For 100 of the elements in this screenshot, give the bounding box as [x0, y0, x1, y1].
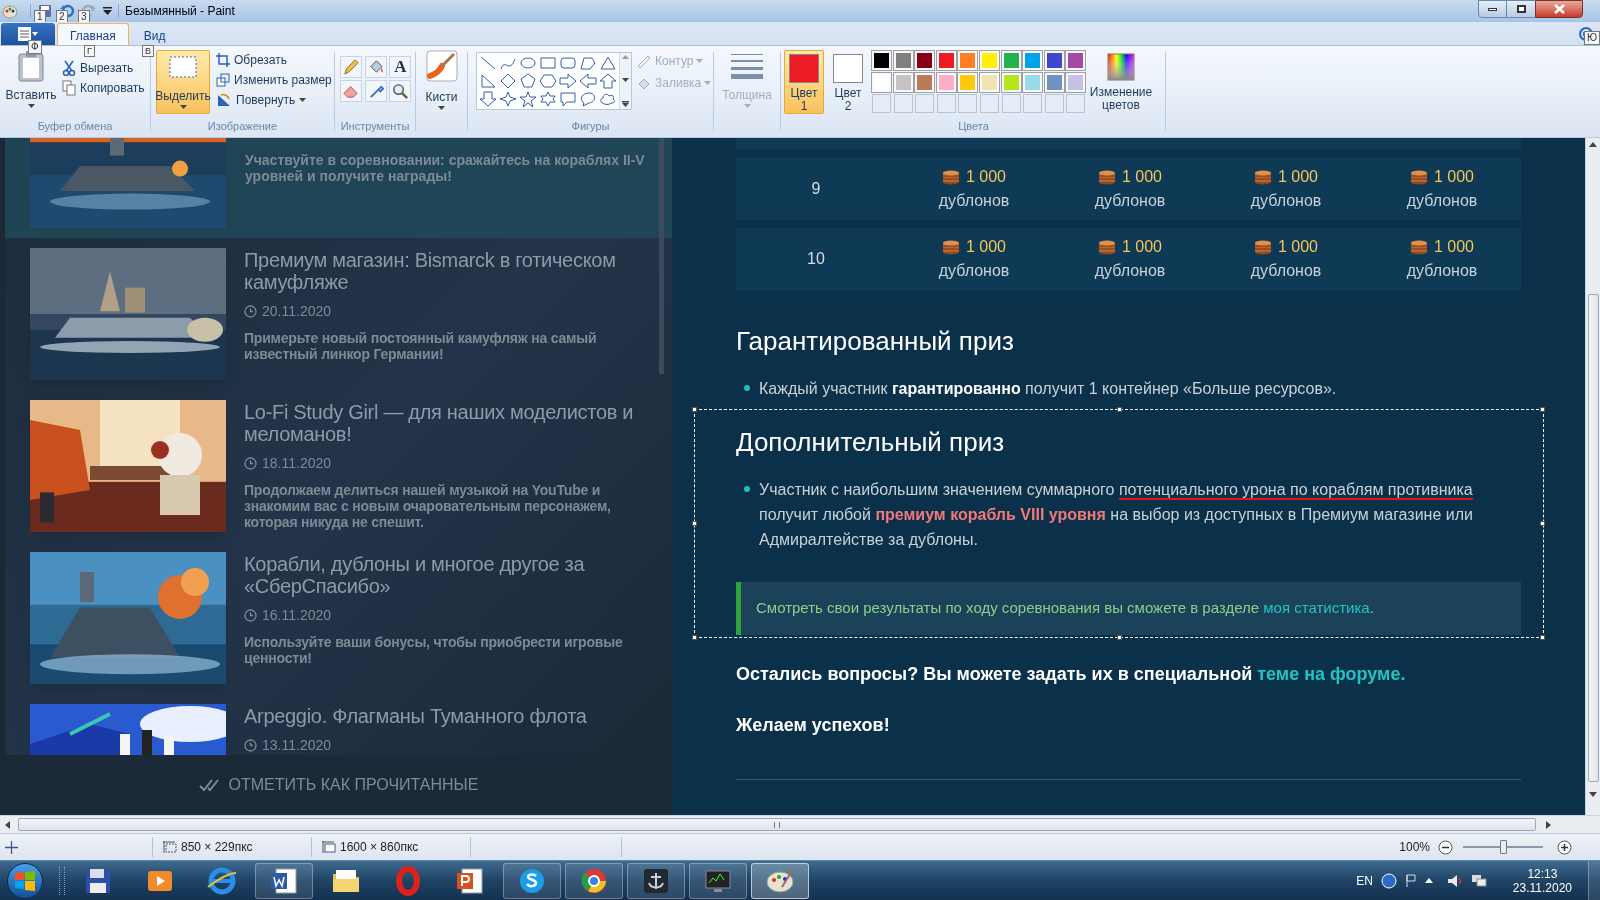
color-2-button[interactable]: Цвет 2 [828, 50, 868, 114]
oval-shape-icon[interactable] [519, 55, 537, 71]
cut-button[interactable]: Вырезать [60, 58, 147, 78]
palette-color-swatch[interactable] [958, 72, 978, 92]
scroll-up-icon[interactable] [622, 55, 629, 59]
brushes-button[interactable]: Кисти [425, 50, 458, 110]
close-button[interactable] [1535, 0, 1583, 18]
palette-color-swatch[interactable] [1044, 51, 1064, 70]
palette-color-swatch[interactable] [1044, 72, 1064, 92]
flag-icon[interactable] [1404, 873, 1417, 888]
palette-color-swatch[interactable] [980, 72, 999, 92]
maximize-button[interactable] [1507, 0, 1535, 18]
redo-icon[interactable] [81, 3, 97, 19]
scrollbar-thumb[interactable] [18, 818, 1536, 831]
language-indicator[interactable]: EN [1356, 871, 1373, 890]
show-hidden-icons-icon[interactable] [1424, 878, 1433, 883]
scroll-up-arrow-icon[interactable] [1589, 142, 1597, 147]
paint-app-icon[interactable] [2, 3, 18, 19]
magnifier-icon[interactable] [391, 82, 410, 100]
up-arrow-shape-icon[interactable] [599, 73, 617, 89]
anchor-shield-taskbar-button[interactable] [627, 862, 685, 899]
text-tool-button[interactable]: A [389, 56, 412, 78]
palette-color-swatch[interactable] [1023, 51, 1043, 70]
minimize-button[interactable] [1478, 0, 1507, 18]
oval-callout-shape-icon[interactable] [579, 91, 597, 107]
ribbon-tab[interactable]: Вид [130, 23, 179, 45]
crop-button[interactable]: Обрезать [214, 50, 334, 70]
palette-color-swatch[interactable] [1066, 51, 1086, 70]
gallery-expand-icon[interactable] [622, 101, 629, 107]
palette-color-swatch[interactable] [893, 51, 913, 70]
scroll-down-icon[interactable] [622, 78, 629, 82]
zoom-in-icon[interactable] [1557, 839, 1572, 855]
clock-date[interactable]: 23.11.2020 [1512, 880, 1572, 895]
palette-color-swatch[interactable] [980, 51, 999, 70]
scrollbar-thumb[interactable] [1587, 294, 1599, 782]
cloud-callout-shape-icon[interactable] [599, 91, 617, 107]
pencil-icon[interactable] [342, 58, 360, 76]
news-title[interactable]: Премиум магазин: Bismarck в готическом камуфляже [244, 249, 656, 293]
five-point-star-shape-icon[interactable] [519, 91, 537, 107]
resize-button[interactable]: Изменить размер [214, 70, 334, 90]
undo-icon[interactable] [59, 3, 75, 19]
monitor-taskbar-button[interactable] [689, 862, 747, 899]
six-point-star-shape-icon[interactable] [539, 91, 557, 107]
selection-rectangle[interactable] [694, 409, 1544, 638]
help-icon[interactable] [1380, 872, 1397, 889]
palette-color-swatch[interactable] [936, 72, 956, 92]
palette-color-swatch[interactable] [893, 72, 913, 92]
palette-color-swatch[interactable] [1001, 51, 1021, 70]
rotate-button[interactable]: Повернуть [214, 90, 334, 110]
left-arrow-shape-icon[interactable] [579, 73, 597, 89]
rectangular-callout-shape-icon[interactable] [559, 91, 577, 107]
palette-color-swatch[interactable] [1001, 72, 1021, 92]
palette-color-swatch[interactable] [872, 51, 891, 70]
news-title[interactable]: Arpeggio. Флагманы Туманного флота [244, 705, 587, 727]
copy-button[interactable]: Копировать [60, 78, 147, 98]
right-arrow-shape-icon[interactable] [559, 73, 577, 89]
right-triangle-shape-icon[interactable] [479, 73, 497, 89]
rounded-rectangle-shape-icon[interactable] [559, 55, 577, 71]
news-title[interactable]: Корабли, дублоны и многое другое за «СберСпасибо» [244, 553, 656, 597]
link[interactable]: теме на форуме. [1257, 664, 1406, 684]
down-arrow-shape-icon[interactable] [479, 91, 497, 107]
document-w-taskbar-button[interactable] [255, 862, 313, 899]
line-shape-icon[interactable] [479, 55, 497, 71]
triangle-shape-icon[interactable] [599, 55, 617, 71]
palette-color-swatch[interactable] [1023, 72, 1043, 92]
scroll-right-arrow-icon[interactable] [1546, 820, 1551, 829]
palette-color-swatch[interactable] [936, 51, 956, 70]
palette-color-swatch[interactable] [915, 51, 935, 70]
scroll-down-arrow-icon[interactable] [1589, 792, 1597, 797]
ribbon-tab[interactable]: Главная [57, 23, 129, 45]
palette-color-swatch[interactable] [958, 51, 978, 70]
news-item[interactable]: Lo-Fi Study Girl — для наших моделистов и меломанов! 18.11.2020 Продолжаем делиться нашей музыкой на YouTube и знакомим вас с новым очаровательным персонажем, которая никуда не спешит. [5, 390, 672, 542]
palette-taskbar-button[interactable] [751, 862, 809, 899]
chat-s-taskbar-button[interactable] [503, 862, 561, 899]
pentagon-shape-icon[interactable] [519, 73, 537, 89]
start-button[interactable] [7, 862, 43, 899]
palette-color-swatch[interactable] [872, 72, 891, 92]
four-point-star-shape-icon[interactable] [499, 91, 517, 107]
round-browser-taskbar-button[interactable] [565, 862, 623, 899]
news-title[interactable]: Lo-Fi Study Girl — для наших моделистов и меломанов! [244, 401, 656, 445]
zoom-slider[interactable] [1463, 840, 1543, 854]
scrollbar-thumb[interactable] [659, 138, 664, 374]
speaker-icon[interactable] [1446, 873, 1463, 888]
polygon-shape-icon[interactable] [579, 55, 597, 71]
news-item[interactable]: Премиум магазин: Bismarck в готическом камуфляже 20.11.2020 Примерьте новый постоянный камуфляж на самый известный линкор Германии! [5, 238, 672, 390]
slider-thumb[interactable] [1500, 840, 1507, 854]
zoom-out-icon[interactable] [1438, 839, 1453, 855]
news-item[interactable]: Корабли, дублоны и многое другое за «СберСпасибо» 16.11.2020 Используйте ваши бонусы, чтобы приобрести игровые ценности! [5, 542, 672, 694]
palette-color-swatch[interactable] [1066, 72, 1086, 92]
show-desktop-button[interactable] [1588, 860, 1600, 900]
palette-color-swatch[interactable] [915, 72, 935, 92]
edit-colors-button[interactable]: Изменение цветов [1090, 50, 1152, 137]
diamond-shape-icon[interactable] [499, 73, 517, 89]
clock-time[interactable]: 12:13 [1527, 866, 1558, 881]
color-1-button[interactable]: Цвет 1 [784, 50, 824, 114]
link[interactable]: моя статистика [1263, 599, 1370, 617]
scroll-left-arrow-icon[interactable] [5, 820, 10, 829]
network-icon[interactable] [1470, 873, 1487, 888]
customize-dropdown-icon[interactable] [103, 7, 112, 15]
hexagon-shape-icon[interactable] [539, 73, 557, 89]
